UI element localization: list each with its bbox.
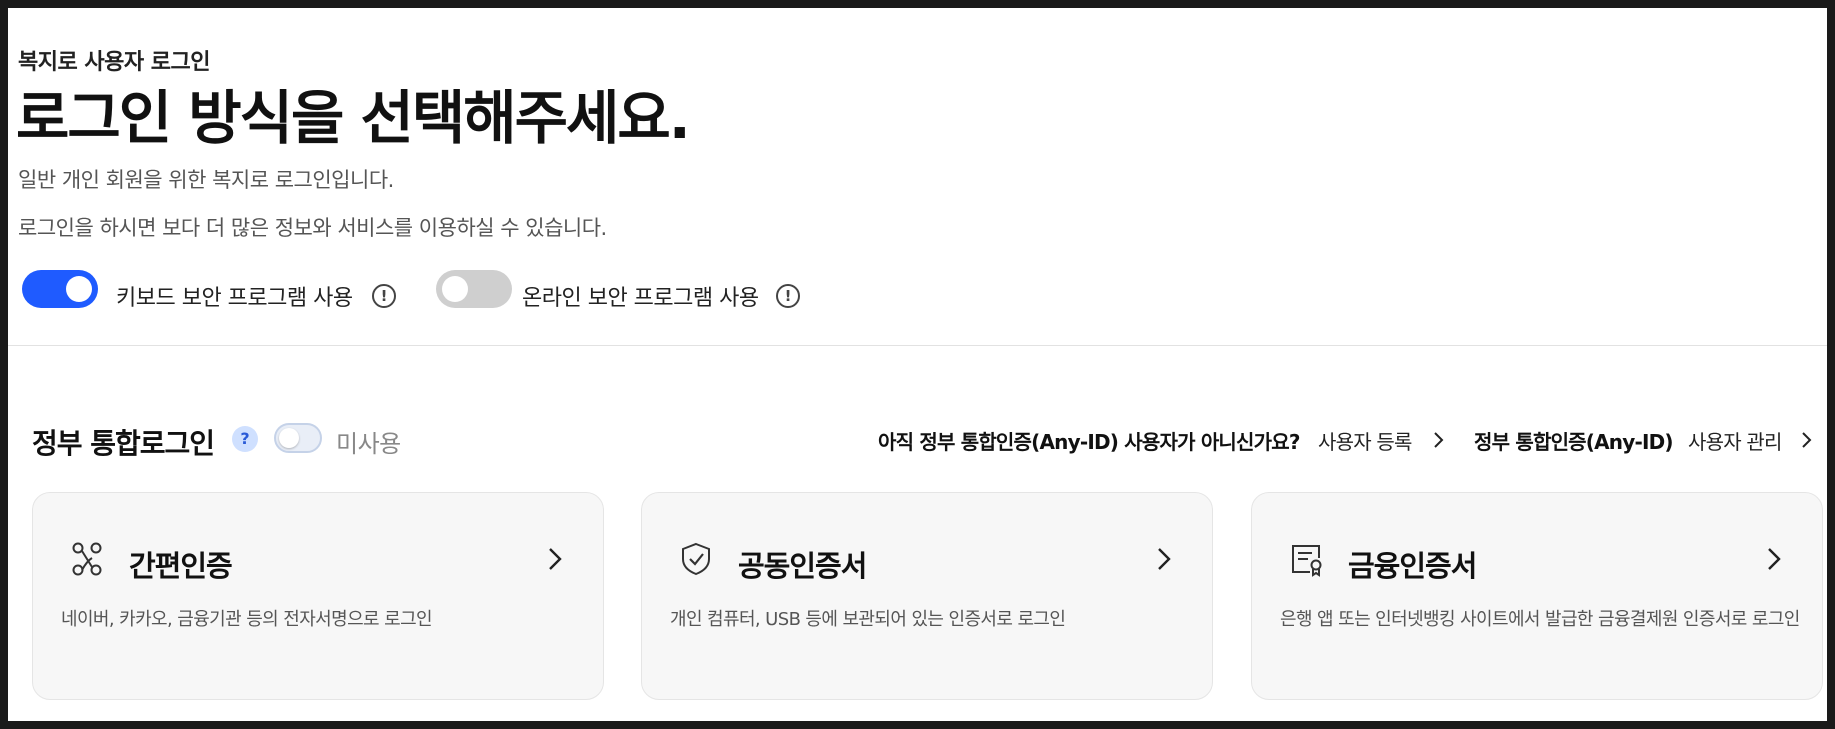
financial-certificate-card[interactable]: 금융인증서 은행 앱 또는 인터넷뱅킹 사이트에서 발급한 금융결제원 인증서로… [1251,492,1823,700]
toggle-knob [442,276,468,302]
card-description: 은행 앱 또는 인터넷뱅킹 사이트에서 발급한 금융결제원 인증서로 로그인 [1280,609,1800,630]
page-description-1: 일반 개인 회원을 위한 복지로 로그인입니다. [18,168,394,192]
online-security-toggle[interactable] [436,270,512,308]
help-icon[interactable]: ? [232,426,258,452]
anyid-label: 정부 통합인증(Any-ID) [1474,430,1674,454]
simple-auth-card[interactable]: 간편인증 네이버, 카카오, 금융기관 등의 전자서명으로 로그인 [32,492,604,700]
keyboard-security-info-icon[interactable]: ! [372,284,396,308]
anyid-prompt: 아직 정부 통합인증(Any-ID) 사용자가 아니신가요? [878,430,1300,454]
chevron-right-icon [1434,432,1444,448]
online-security-label: 온라인 보안 프로그램 사용 [522,286,759,311]
keyboard-security-label: 키보드 보안 프로그램 사용 [116,286,353,311]
shield-check-icon [682,542,710,576]
toggle-knob [279,428,299,448]
chevron-right-icon [1802,432,1812,448]
chevron-right-icon [1158,548,1171,570]
gov-login-toggle[interactable] [274,423,322,453]
online-security-info-icon[interactable]: ! [776,284,800,308]
register-link[interactable]: 사용자 등록 [1318,426,1412,455]
joint-certificate-card[interactable]: 공동인증서 개인 컴퓨터, USB 등에 보관되어 있는 인증서로 로그인 [641,492,1213,700]
certificate-icon [1292,545,1322,577]
card-description: 네이버, 카카오, 금융기관 등의 전자서명으로 로그인 [61,609,433,630]
gov-login-title: 정부 통합로그인 [32,427,215,460]
page-eyebrow: 복지로 사용자 로그인 [18,50,210,75]
card-title: 공동인증서 [738,549,867,583]
keyboard-security-toggle[interactable] [22,270,98,308]
section-divider [8,345,1827,346]
page-title: 로그인 방식을 선택해주세요. [16,84,691,152]
toggle-knob [66,276,92,302]
manage-link[interactable]: 사용자 관리 [1688,426,1782,455]
chevron-right-icon [549,548,562,570]
page-description-2: 로그인을 하시면 보다 더 많은 정보와 서비스를 이용하실 수 있습니다. [18,216,607,240]
card-description: 개인 컴퓨터, USB 등에 보관되어 있는 인증서로 로그인 [670,609,1066,630]
gov-login-toggle-label: 미사용 [336,430,401,458]
login-page: 복지로 사용자 로그인 로그인 방식을 선택해주세요. 일반 개인 회원을 위한… [8,8,1827,721]
card-title: 금융인증서 [1348,549,1477,583]
card-title: 간편인증 [129,549,233,583]
network-icon [72,542,102,576]
chevron-right-icon [1768,548,1781,570]
